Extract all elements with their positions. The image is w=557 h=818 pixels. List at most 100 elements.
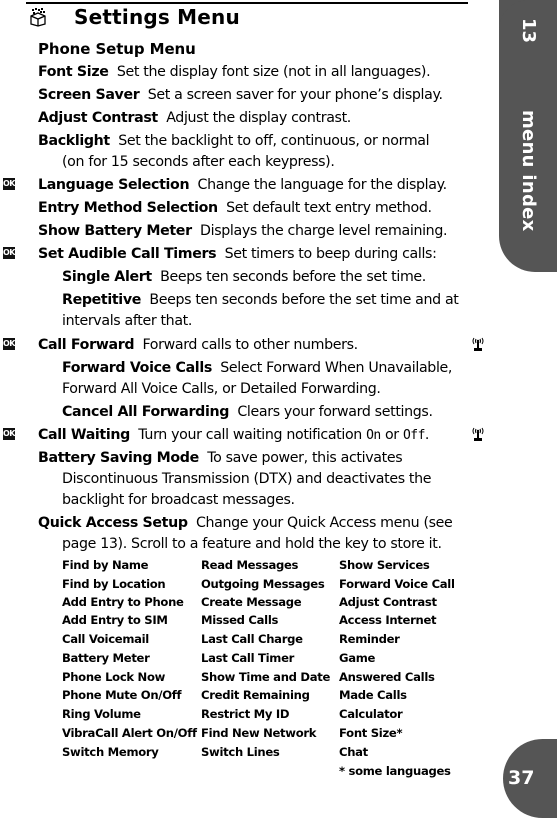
entry-desc: Set timers to beep during calls:	[224, 246, 437, 262]
quick-access-item: Game	[339, 651, 376, 665]
entry-repetitive: Repetitive Beeps ten seconds before the …	[62, 291, 459, 309]
entry-repetitive-cont: intervals after that.	[62, 313, 193, 329]
entry-audible-call-timers: Set Audible Call Timers Set timers to be…	[38, 245, 437, 263]
quick-access-item: Read Messages	[201, 558, 299, 572]
entry-language-selection: Language Selection Change the language f…	[38, 176, 447, 194]
entry-cancel-all-forwarding: Cancel All Forwarding Clears your forwar…	[62, 403, 433, 421]
entry-desc: Set the backlight to off, continuous, or…	[118, 133, 430, 149]
entry-screen-saver: Screen Saver Set a screen saver for your…	[38, 86, 443, 104]
quick-access-item: Reminder	[339, 632, 400, 646]
quick-access-item: Create Message	[201, 595, 302, 609]
entry-term: Single Alert	[62, 269, 152, 285]
manual-page: Settings Menu Phone Setup Menu Font Size…	[0, 0, 557, 818]
quick-access-item: Restrict My ID	[201, 707, 290, 721]
entry-show-battery-meter: Show Battery Meter Displays the charge l…	[38, 222, 448, 240]
entry-entry-method: Entry Method Selection Set default text …	[38, 199, 432, 217]
network-service-icon	[472, 337, 484, 351]
option-off: Off	[402, 428, 425, 443]
quick-access-item: Switch Lines	[201, 745, 280, 759]
settings-box-icon	[30, 8, 46, 27]
ok-key-icon: OK	[3, 338, 16, 350]
quick-access-item: Add Entry to Phone	[62, 595, 184, 609]
entry-battery-saving-cont2: backlight for broadcast messages.	[62, 492, 295, 508]
chapter-name: menu index	[518, 110, 539, 232]
quick-access-item: Find New Network	[201, 726, 317, 740]
quick-access-item: Answered Calls	[339, 670, 435, 684]
quick-access-item: Access Internet	[339, 613, 437, 627]
quick-access-item: Adjust Contrast	[339, 595, 437, 609]
footnote: * some languages	[339, 764, 451, 778]
entry-term: Show Battery Meter	[38, 223, 192, 239]
ok-key-icon: OK	[3, 428, 16, 440]
quick-access-item: Show Time and Date	[201, 670, 331, 684]
entry-desc: Clears your forward settings.	[237, 404, 433, 420]
entry-term: Adjust Contrast	[38, 110, 158, 126]
entry-term: Backlight	[38, 133, 110, 149]
quick-access-item: Forward Voice Call	[339, 577, 455, 591]
quick-access-item: Find by Name	[62, 558, 149, 572]
entry-term: Screen Saver	[38, 87, 140, 103]
entry-term: Forward Voice Calls	[62, 360, 212, 376]
quick-access-item: Made Calls	[339, 688, 407, 702]
option-on: On	[366, 428, 381, 443]
page-number: 37	[508, 767, 535, 789]
entry-term: Cancel All Forwarding	[62, 404, 230, 420]
entry-term: Battery Saving Mode	[38, 450, 199, 466]
quick-access-item: Last Call Charge	[201, 632, 303, 646]
entry-desc: Beeps ten seconds before the set time an…	[149, 292, 459, 308]
entry-desc: Set the display font size (not in all la…	[116, 64, 431, 80]
quick-access-item: Chat	[339, 745, 368, 759]
chapter-number: 13	[518, 18, 539, 44]
entry-battery-saving-cont: Discontinuous Transmission (DTX) and dea…	[62, 471, 432, 487]
entry-desc: Forward calls to other numbers.	[142, 337, 358, 353]
entry-single-alert: Single Alert Beeps ten seconds before th…	[62, 268, 426, 286]
entry-quick-access-cont: page 13). Scroll to a feature and hold t…	[62, 536, 442, 552]
quick-access-item: Outgoing Messages	[201, 577, 325, 591]
entry-desc: Set a screen saver for your phone’s disp…	[147, 87, 443, 103]
header-rule	[26, 2, 468, 4]
entry-desc: Set default text entry method.	[226, 200, 432, 216]
entry-term: Call Forward	[38, 337, 135, 353]
entry-battery-saving-mode: Battery Saving Mode To save power, this …	[38, 449, 403, 467]
entry-desc: Beeps ten seconds before the set time.	[160, 269, 426, 285]
quick-access-item: Switch Memory	[62, 745, 159, 759]
entry-desc-or: or	[384, 427, 399, 443]
quick-access-item: Call Voicemail	[62, 632, 149, 646]
entry-backlight: Backlight Set the backlight to off, cont…	[38, 132, 430, 150]
entry-term: Call Waiting	[38, 427, 130, 443]
page-title: Settings Menu	[74, 5, 240, 29]
entry-desc: Change your Quick Access menu (see	[195, 515, 453, 531]
entry-term: Font Size	[38, 64, 109, 80]
entry-desc: To save power, this activates	[207, 450, 403, 466]
entry-font-size: Font Size Set the display font size (not…	[38, 63, 431, 81]
quick-access-item: Battery Meter	[62, 651, 150, 665]
quick-access-item: VibraCall Alert On/Off	[62, 726, 197, 740]
entry-forward-voice-calls: Forward Voice Calls Select Forward When …	[62, 359, 452, 377]
quick-access-item: Add Entry to SIM	[62, 613, 168, 627]
entry-desc: Turn your call waiting notification	[138, 427, 362, 443]
entry-backlight-cont: (on for 15 seconds after each keypress).	[62, 154, 335, 170]
entry-desc: Displays the charge level remaining.	[200, 223, 448, 239]
quick-access-item: Missed Calls	[201, 613, 279, 627]
entry-desc-end: .	[424, 427, 430, 443]
quick-access-item: Credit Remaining	[201, 688, 310, 702]
quick-access-item: Find by Location	[62, 577, 166, 591]
quick-access-item: Show Services	[339, 558, 430, 572]
entry-quick-access-setup: Quick Access Setup Change your Quick Acc…	[38, 514, 453, 532]
entry-term: Language Selection	[38, 177, 190, 193]
quick-access-item: Calculator	[339, 707, 403, 721]
entry-adjust-contrast: Adjust Contrast Adjust the display contr…	[38, 109, 351, 127]
entry-term: Set Audible Call Timers	[38, 246, 217, 262]
ok-key-icon: OK	[3, 178, 16, 190]
entry-call-waiting: Call Waiting Turn your call waiting noti…	[38, 426, 429, 445]
section-title: Phone Setup Menu	[38, 40, 196, 58]
quick-access-item: Font Size*	[339, 726, 403, 740]
entry-desc: Adjust the display contrast.	[166, 110, 351, 126]
quick-access-item: Ring Volume	[62, 707, 141, 721]
network-service-icon	[472, 427, 484, 441]
ok-key-icon: OK	[3, 247, 16, 259]
entry-forward-voice-calls-cont: Forward All Voice Calls, or Detailed For…	[62, 381, 381, 397]
entry-term: Repetitive	[62, 292, 141, 308]
entry-desc: Change the language for the display.	[197, 177, 448, 193]
entry-term: Entry Method Selection	[38, 200, 218, 216]
